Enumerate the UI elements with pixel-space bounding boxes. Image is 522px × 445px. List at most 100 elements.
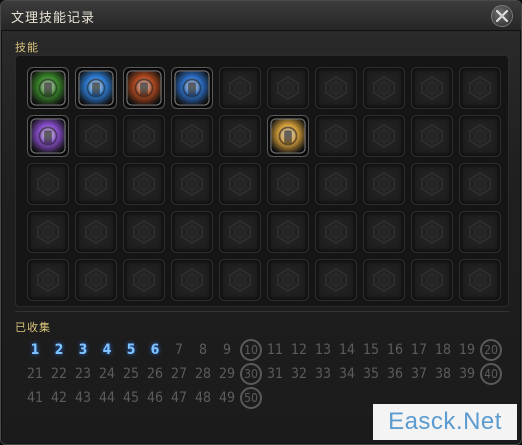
empty-slot-icon (277, 172, 299, 196)
empty-slot-icon (325, 268, 347, 292)
skill-grid (24, 64, 504, 304)
collected-number: 50 (240, 387, 262, 409)
empty-slot-icon (181, 172, 203, 196)
empty-slot-icon (373, 172, 395, 196)
empty-slot-icon (85, 220, 107, 244)
collected-number: 45 (122, 390, 140, 406)
empty-slot-icon (373, 220, 395, 244)
empty-slot-icon (469, 76, 491, 100)
skill-slot-empty (459, 115, 501, 157)
empty-slot-icon (229, 172, 251, 196)
collected-number: 36 (386, 366, 404, 382)
collected-number: 43 (74, 390, 92, 406)
skill-slot-empty (219, 211, 261, 253)
close-button[interactable] (491, 5, 513, 27)
collected-number: 48 (194, 390, 212, 406)
empty-slot-icon (133, 268, 155, 292)
empty-slot-icon (229, 220, 251, 244)
skill-slot-empty (267, 163, 309, 205)
collected-number: 40 (480, 363, 502, 385)
collected-number: 1 (30, 342, 40, 358)
collected-number: 18 (434, 342, 452, 358)
skills-section-label: 技能 (15, 41, 39, 54)
window-title: 文理技能记录 (11, 11, 96, 26)
skill-slot-filled[interactable] (267, 115, 309, 157)
empty-slot-icon (325, 76, 347, 100)
empty-slot-icon (277, 220, 299, 244)
collected-number: 30 (240, 363, 262, 385)
collected-number: 49 (218, 390, 236, 406)
skill-record-window: 文理技能记录 技能 已收集 1 2 3 4 5 6 7 8 9 10 11 12 13 14 15 16 17 1… (0, 0, 522, 445)
collected-number: 20 (480, 339, 502, 361)
skill-slot-empty (27, 163, 69, 205)
green-gear-skill-icon (30, 70, 66, 106)
empty-slot-icon (37, 172, 59, 196)
title-bar: 文理技能记录 (1, 1, 521, 31)
collected-number: 22 (50, 366, 68, 382)
empty-slot-icon (181, 268, 203, 292)
skills-panel (15, 55, 509, 307)
gold-medallion-skill-icon (270, 118, 306, 154)
empty-slot-icon (469, 268, 491, 292)
collected-number: 25 (122, 366, 140, 382)
collected-number: 47 (170, 390, 188, 406)
skill-slot-filled[interactable] (123, 67, 165, 109)
skill-slot-empty (75, 211, 117, 253)
skill-slot-empty (171, 259, 213, 301)
collected-number: 24 (98, 366, 116, 382)
skill-slot-empty (219, 115, 261, 157)
empty-slot-icon (229, 124, 251, 148)
skill-slot-empty (75, 163, 117, 205)
empty-slot-icon (421, 268, 443, 292)
empty-slot-icon (133, 220, 155, 244)
skill-slot-empty (315, 259, 357, 301)
empty-slot-icon (277, 268, 299, 292)
empty-slot-icon (37, 220, 59, 244)
red-lantern-skill-icon (126, 70, 162, 106)
skill-slot-filled[interactable] (75, 67, 117, 109)
collected-number: 31 (266, 366, 284, 382)
skill-slot-empty (315, 211, 357, 253)
collected-number: 19 (458, 342, 476, 358)
skill-slot-empty (75, 115, 117, 157)
skill-slot-empty (459, 259, 501, 301)
skill-slot-empty (267, 211, 309, 253)
skill-slot-filled[interactable] (171, 67, 213, 109)
collected-number: 7 (174, 342, 183, 358)
empty-slot-icon (229, 268, 251, 292)
skill-slot-empty (123, 115, 165, 157)
collected-number: 23 (74, 366, 92, 382)
skill-slot-empty (411, 115, 453, 157)
skill-slot-empty (459, 163, 501, 205)
collected-number: 15 (362, 342, 380, 358)
empty-slot-icon (421, 172, 443, 196)
close-icon (495, 9, 509, 23)
empty-slot-icon (133, 172, 155, 196)
empty-slot-icon (469, 220, 491, 244)
collected-number: 21 (26, 366, 44, 382)
empty-slot-icon (133, 124, 155, 148)
skill-slot-empty (123, 211, 165, 253)
skill-slot-empty (267, 259, 309, 301)
collected-number: 17 (410, 342, 428, 358)
empty-slot-icon (85, 172, 107, 196)
collected-number: 34 (338, 366, 356, 382)
collected-row: 21 22 23 24 25 26 27 28 29 30 31 32 33 34 35 36 37 38 39 40 (23, 363, 503, 387)
empty-slot-icon (421, 76, 443, 100)
purple-hammer-skill-icon (30, 118, 66, 154)
skill-slot-empty (123, 163, 165, 205)
skill-slot-empty (363, 115, 405, 157)
collected-number: 9 (222, 342, 231, 358)
collected-number: 28 (194, 366, 212, 382)
empty-slot-icon (277, 76, 299, 100)
collected-number: 44 (98, 390, 116, 406)
skill-slot-empty (411, 259, 453, 301)
empty-slot-icon (373, 76, 395, 100)
skill-slot-filled[interactable] (27, 115, 69, 157)
skill-slot-empty (363, 259, 405, 301)
skill-slot-empty (411, 163, 453, 205)
skill-slot-filled[interactable] (27, 67, 69, 109)
skill-slot-empty (219, 67, 261, 109)
skill-slot-empty (171, 115, 213, 157)
skill-slot-empty (171, 211, 213, 253)
